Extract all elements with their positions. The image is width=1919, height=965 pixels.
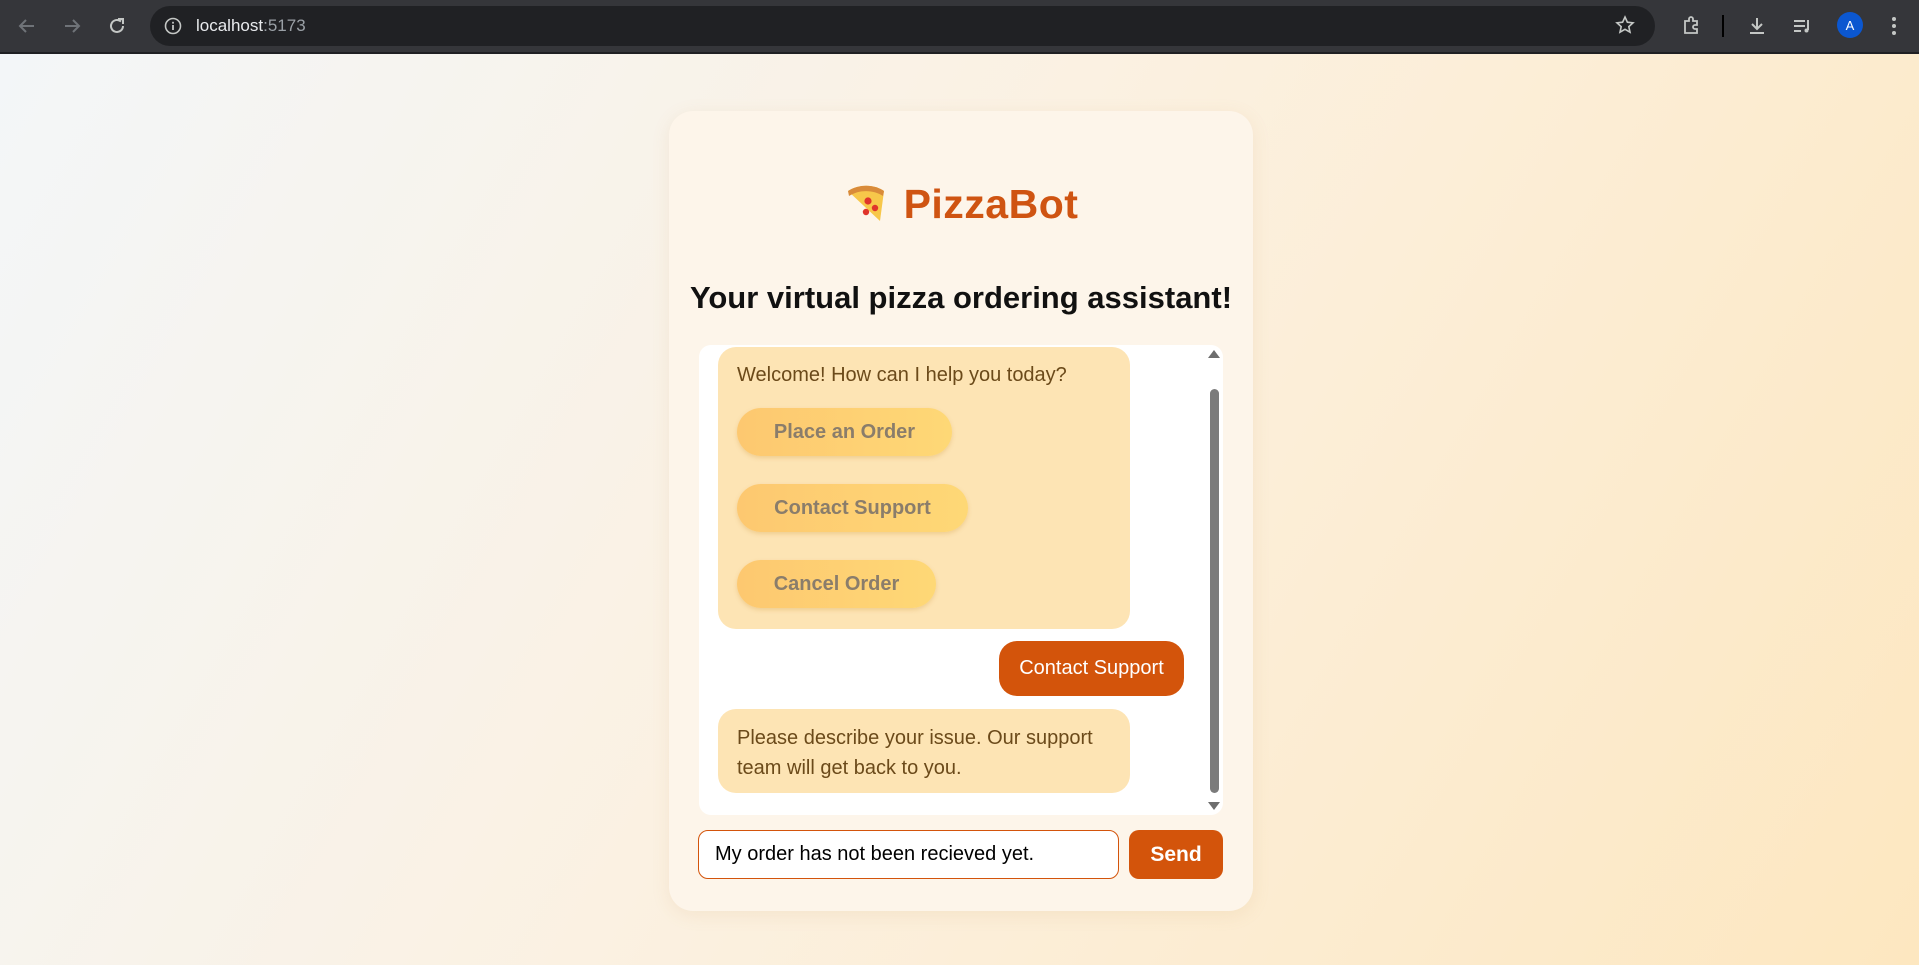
chat-scrollbar[interactable] <box>1207 345 1221 815</box>
toolbar-divider <box>1722 15 1724 37</box>
scrollbar-thumb[interactable] <box>1210 389 1219 793</box>
page-background: PizzaBot Your virtual pizza ordering ass… <box>0 54 1919 965</box>
reload-icon[interactable] <box>103 12 131 40</box>
user-message: Contact Support <box>999 641 1184 696</box>
media-queue-icon[interactable] <box>1788 12 1816 40</box>
bot-message-welcome: Welcome! How can I help you today? Place… <box>718 347 1130 629</box>
url-port: :5173 <box>263 16 306 35</box>
brand-header: PizzaBot <box>669 181 1253 228</box>
bookmark-star-icon[interactable] <box>1615 15 1635 40</box>
page-subtitle: Your virtual pizza ordering assistant! <box>689 280 1233 315</box>
brand-title: PizzaBot <box>903 181 1079 227</box>
chat-messages[interactable]: Welcome! How can I help you today? Place… <box>699 345 1223 815</box>
url-host: localhost <box>196 16 264 35</box>
address-bar[interactable]: localhost:5173 <box>150 6 1655 46</box>
extensions-icon[interactable] <box>1678 12 1706 40</box>
bot-message-text: Welcome! How can I help you today? <box>737 364 1067 386</box>
more-menu-icon[interactable] <box>1880 12 1908 40</box>
forward-icon[interactable] <box>58 12 86 40</box>
option-place-order-button[interactable]: Place an Order <box>737 408 952 456</box>
option-cancel-order-button[interactable]: Cancel Order <box>737 560 936 608</box>
url-text: localhost:5173 <box>196 16 306 36</box>
message-input[interactable] <box>698 830 1119 879</box>
pizza-slice-icon <box>844 181 886 228</box>
browser-toolbar: localhost:5173 A <box>0 0 1919 54</box>
profile-avatar[interactable]: A <box>1837 12 1863 38</box>
site-info-icon[interactable] <box>162 15 184 37</box>
back-icon[interactable] <box>13 12 41 40</box>
bot-message-text: Please describe your issue. Our support … <box>737 727 1093 779</box>
download-icon[interactable] <box>1743 12 1771 40</box>
bot-message-reply: Please describe your issue. Our support … <box>718 709 1130 793</box>
option-contact-support-button[interactable]: Contact Support <box>737 484 968 532</box>
chat-card: PizzaBot Your virtual pizza ordering ass… <box>669 111 1253 911</box>
scroll-down-arrow-icon[interactable] <box>1208 802 1220 810</box>
send-button[interactable]: Send <box>1129 830 1223 879</box>
scroll-up-arrow-icon[interactable] <box>1208 350 1220 358</box>
